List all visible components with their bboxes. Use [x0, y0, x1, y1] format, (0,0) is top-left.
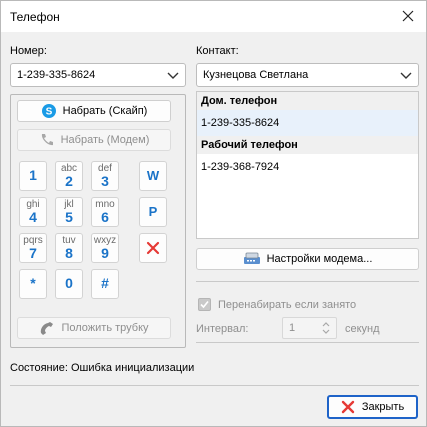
phone-heading-home: Дом. телефон: [197, 92, 418, 110]
phone-heading-work: Рабочий телефон: [197, 136, 418, 154]
key-digit: 1: [29, 167, 37, 183]
dial-skype-button[interactable]: S Набрать (Скайп): [17, 100, 171, 122]
chevron-down-icon: [167, 72, 179, 79]
phone-dialog: Телефон Номер: 1-239-335-8624 Контакт: К…: [0, 0, 427, 427]
key-0[interactable]: 0: [55, 269, 83, 299]
phone-row-work[interactable]: 1-239-368-7924: [197, 154, 418, 180]
key-4[interactable]: ghi 4: [19, 197, 47, 227]
number-label: Номер:: [10, 45, 47, 57]
contact-phones-list: Дом. телефон 1-239-335-8624 Рабочий теле…: [196, 91, 419, 239]
key-digit: 2: [65, 173, 73, 189]
divider: [196, 342, 419, 343]
contact-label: Контакт:: [196, 45, 239, 57]
dial-modem-label: Набрать (Модем): [60, 134, 150, 146]
phone-icon: [41, 134, 53, 146]
check-icon: [200, 300, 209, 309]
contact-value: Кузнецова Светлана: [203, 69, 309, 81]
key-p[interactable]: P: [139, 197, 167, 227]
interval-unit: секунд: [345, 323, 380, 335]
number-value: 1-239-335-8624: [17, 69, 96, 81]
interval-value: 1: [289, 322, 296, 334]
key-letter: P: [148, 204, 158, 219]
chevron-down-icon: [400, 72, 412, 79]
spin-arrows-icon: [322, 322, 330, 334]
key-digit: *: [30, 275, 36, 291]
phone-row-home[interactable]: 1-239-335-8624: [197, 110, 418, 136]
clear-key[interactable]: [139, 233, 167, 263]
key-digit: #: [101, 275, 109, 291]
key-digit: 5: [65, 209, 73, 225]
clear-icon: [146, 241, 160, 255]
key-hash[interactable]: #: [91, 269, 119, 299]
key-digit: 4: [29, 209, 37, 225]
redial-label: Перенабирать если занято: [218, 299, 357, 311]
key-star[interactable]: *: [19, 269, 47, 299]
title-bar: Телефон: [1, 1, 426, 32]
close-button-label: Закрыть: [361, 401, 405, 413]
contact-combobox[interactable]: Кузнецова Светлана: [196, 63, 419, 87]
divider: [10, 385, 419, 386]
key-digit: 8: [65, 245, 73, 261]
dial-modem-button[interactable]: Набрать (Модем): [17, 129, 171, 151]
interval-label: Интервал:: [196, 323, 249, 335]
hang-up-label: Положить трубку: [61, 322, 149, 334]
key-digit: 3: [101, 173, 109, 189]
window-title: Телефон: [10, 10, 60, 24]
key-6[interactable]: mno 6: [91, 197, 119, 227]
dial-skype-label: Набрать (Скайп): [62, 105, 148, 117]
modem-settings-button[interactable]: Настройки модема...: [196, 248, 419, 270]
redial-checkbox[interactable]: [198, 298, 211, 311]
number-combobox[interactable]: 1-239-335-8624: [10, 63, 186, 87]
svg-text:S: S: [45, 107, 52, 118]
hang-up-phone-icon: [41, 322, 54, 335]
key-7[interactable]: pqrs 7: [19, 233, 47, 263]
modem-icon: [243, 252, 260, 264]
key-3[interactable]: def 3: [91, 161, 119, 191]
modem-settings-label: Настройки модема...: [266, 253, 373, 265]
key-w[interactable]: W: [139, 161, 167, 191]
interval-spinner[interactable]: 1: [282, 317, 337, 339]
key-digit: 0: [65, 275, 73, 291]
close-icon: [341, 400, 355, 414]
key-digit: 9: [101, 245, 109, 261]
status-text: Состояние: Ошибка инициализации: [10, 362, 195, 374]
key-8[interactable]: tuv 8: [55, 233, 83, 263]
divider: [196, 281, 419, 282]
key-digit: 6: [101, 209, 109, 225]
key-2[interactable]: abc 2: [55, 161, 83, 191]
key-5[interactable]: jkl 5: [55, 197, 83, 227]
hang-up-button[interactable]: Положить трубку: [17, 317, 171, 339]
skype-icon: S: [41, 104, 56, 118]
key-letter: W: [146, 168, 160, 183]
key-9[interactable]: wxyz 9: [91, 233, 119, 263]
close-window-icon[interactable]: [398, 6, 418, 26]
key-digit: 7: [29, 245, 37, 261]
key-1[interactable]: 1: [19, 161, 47, 191]
close-button[interactable]: Закрыть: [327, 395, 418, 419]
